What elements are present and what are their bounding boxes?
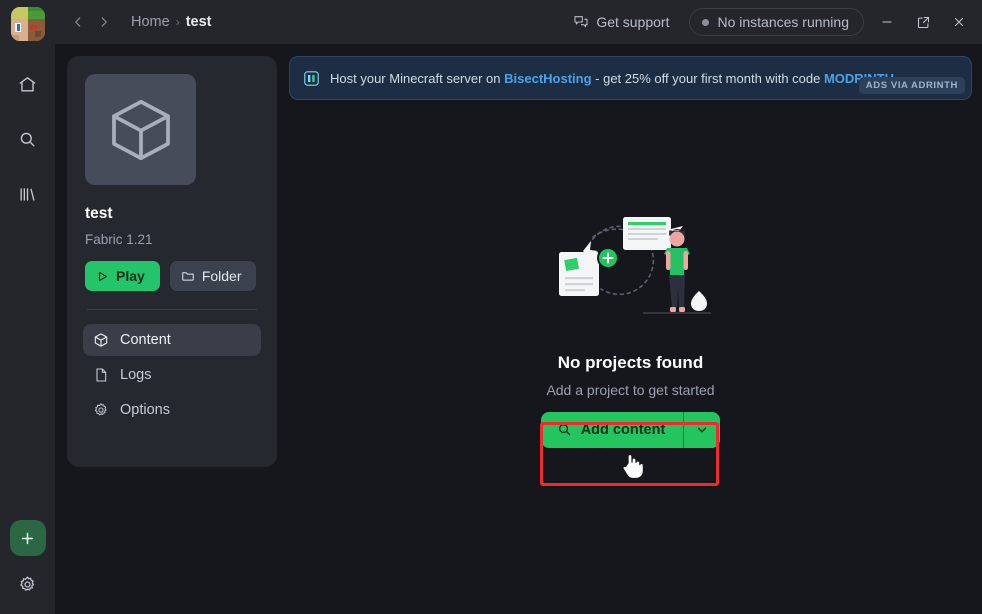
empty-state-subtitle: Add a project to get started	[546, 382, 714, 398]
ad-host-link[interactable]: BisectHosting	[504, 71, 591, 86]
instance-nav-list: Content Logs	[83, 324, 261, 426]
chevron-left-icon	[71, 15, 85, 29]
app-window: Home › test Get support No instances run…	[0, 0, 982, 614]
breadcrumb-home[interactable]: Home	[131, 14, 170, 30]
gear-icon	[93, 402, 109, 418]
search-icon	[18, 130, 37, 149]
play-button[interactable]: Play	[85, 261, 160, 291]
window-maximize-button[interactable]	[910, 9, 936, 35]
add-content-dropdown-button[interactable]	[684, 413, 720, 447]
status-label: No instances running	[717, 14, 849, 30]
plus-icon	[19, 530, 36, 547]
sidebar-item-content[interactable]: Content	[83, 324, 261, 356]
add-content-button-group[interactable]: Add content	[541, 412, 721, 448]
empty-state: No projects found Add a project to get s…	[289, 100, 972, 614]
breadcrumb: Home › test	[131, 14, 211, 30]
cube-icon	[93, 332, 109, 348]
rail-item-home[interactable]	[11, 67, 45, 101]
empty-state-illustration	[531, 207, 731, 327]
content-body: test Fabric 1.21 Play Folder	[55, 44, 982, 614]
settings-button[interactable]	[12, 568, 44, 600]
add-content-wrap: Add content	[541, 412, 721, 448]
get-support-button[interactable]: Get support	[567, 10, 675, 34]
instance-subtitle: Fabric 1.21	[85, 232, 261, 247]
minimize-icon	[880, 15, 894, 29]
main-region: Home › test Get support No instances run…	[55, 0, 982, 614]
file-icon	[93, 367, 109, 383]
ad-banner[interactable]: Host your Minecraft server on BisectHost…	[289, 56, 972, 100]
title-bar: Home › test Get support No instances run…	[55, 0, 982, 44]
projects-panel: Host your Minecraft server on BisectHost…	[289, 56, 972, 614]
ad-attribution-badge: ADS VIA ADRINTH	[859, 77, 965, 94]
sidebar-item-label: Content	[120, 332, 171, 348]
add-content-label: Add content	[581, 422, 666, 438]
sidebar-divider	[87, 309, 257, 310]
instance-action-row: Play Folder	[85, 261, 261, 291]
chat-bubbles-icon	[573, 14, 589, 30]
add-content-button[interactable]: Add content	[541, 412, 684, 448]
ad-text: Host your Minecraft server on BisectHost…	[330, 71, 898, 86]
nav-back-button[interactable]	[67, 9, 89, 35]
rail-item-search[interactable]	[11, 122, 45, 156]
left-icon-rail	[0, 0, 55, 614]
nav-forward-button[interactable]	[93, 9, 115, 35]
ad-middle: - get 25% off your first month with code	[592, 71, 824, 86]
breadcrumb-current: test	[186, 14, 212, 30]
folder-label: Folder	[202, 268, 242, 284]
sidebar-item-label: Logs	[120, 367, 151, 383]
bisecthosting-logo-icon	[303, 70, 320, 87]
app-logo-minecraft-head	[11, 7, 45, 41]
play-icon	[96, 270, 109, 283]
sidebar-item-label: Options	[120, 402, 170, 418]
maximize-icon	[916, 15, 931, 30]
search-icon	[557, 422, 572, 437]
sidebar-item-logs[interactable]: Logs	[83, 359, 261, 391]
add-instance-button[interactable]	[10, 520, 46, 556]
instance-thumbnail[interactable]	[85, 74, 196, 185]
folder-icon	[181, 269, 195, 283]
rail-bottom-group	[0, 520, 55, 600]
home-icon	[18, 75, 37, 94]
close-icon	[952, 15, 966, 29]
status-dot-icon	[702, 19, 709, 26]
gear-icon	[18, 575, 37, 594]
window-minimize-button[interactable]	[874, 9, 900, 35]
folder-button[interactable]: Folder	[170, 261, 256, 291]
chevron-right-icon	[97, 15, 111, 29]
rail-item-library[interactable]	[11, 177, 45, 211]
breadcrumb-separator: ›	[176, 15, 180, 29]
rail-nav-group	[11, 67, 45, 211]
empty-state-title: No projects found	[558, 353, 703, 373]
play-label: Play	[116, 268, 145, 284]
window-close-button[interactable]	[946, 9, 972, 35]
sidebar-item-options[interactable]: Options	[83, 394, 261, 426]
instance-title: test	[85, 205, 261, 223]
instances-status-pill[interactable]: No instances running	[689, 8, 864, 36]
cube-icon	[105, 94, 177, 166]
get-support-label: Get support	[596, 14, 669, 30]
library-icon	[18, 185, 37, 204]
instance-sidebar-card: test Fabric 1.21 Play Folder	[67, 56, 277, 467]
chevron-down-icon	[695, 423, 709, 437]
ad-prefix: Host your Minecraft server on	[330, 71, 504, 86]
